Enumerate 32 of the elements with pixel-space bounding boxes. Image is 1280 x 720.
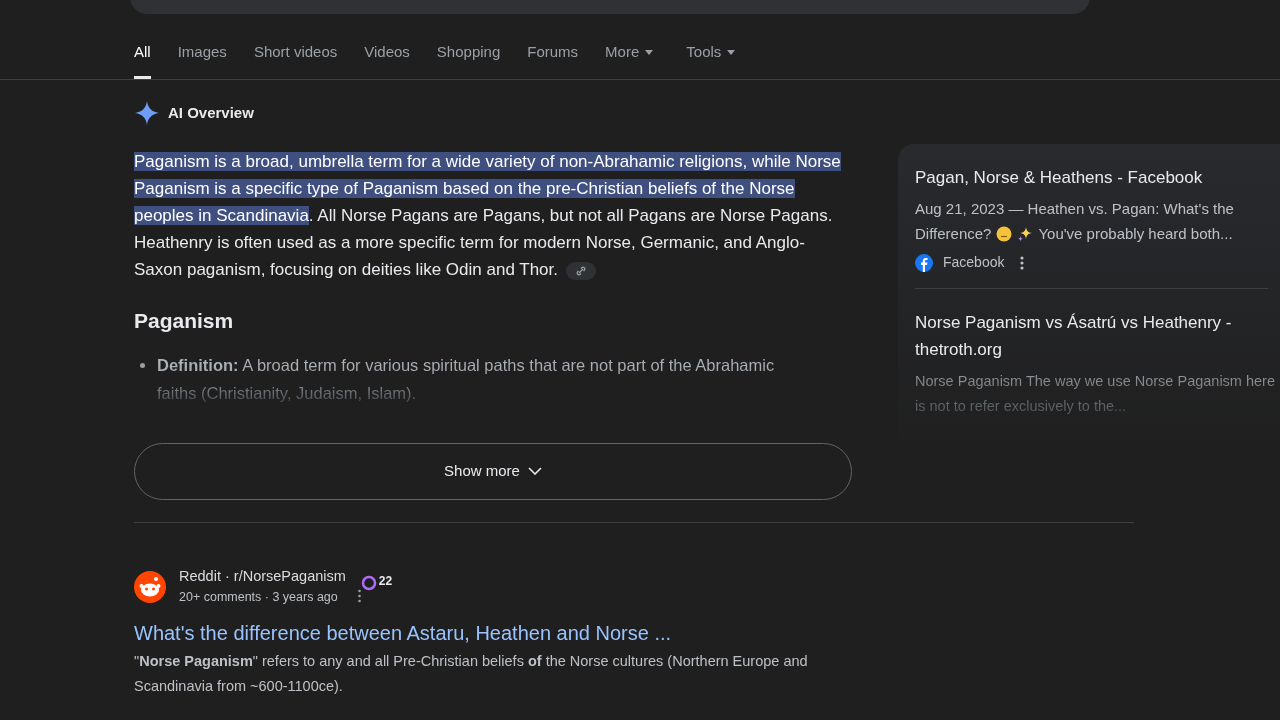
tools-button[interactable]: Tools: [686, 31, 736, 79]
search-tab[interactable]: Images: [177, 31, 227, 79]
result-title[interactable]: What's the difference between Astaru, Heathen and Norse ...: [134, 619, 1280, 646]
result-snippet: "Norse Paganism" refers to any and all Pre-Christian beliefs of the Norse cultures (Northern Europe and Scandinavia from ~600-1100ce).: [134, 651, 809, 696]
comment-count: 22: [378, 572, 393, 590]
search-tab[interactable]: Shopping: [436, 31, 501, 79]
chevron-down-icon: [527, 467, 542, 475]
link-chip[interactable]: [566, 261, 596, 280]
source-snippet: Aug 21, 2023 — Heathen vs. Pagan: What's the Difference? You've probably heard both...: [915, 199, 1235, 244]
link-icon: [576, 265, 586, 276]
search-tab[interactable]: More: [605, 31, 654, 79]
search-tab[interactable]: Short videos: [253, 31, 338, 79]
facebook-icon: [915, 253, 933, 272]
face-emoji-icon: [996, 226, 1013, 242]
caret-icon: [727, 50, 736, 55]
sparkle-icon: [134, 100, 160, 126]
search-tab[interactable]: All: [134, 31, 151, 79]
reddit-icon: [134, 570, 166, 603]
result-meta: 20+ comments · 3 years ago: [179, 588, 339, 606]
section-title: AI Overview: [168, 102, 254, 123]
search-tab[interactable]: Videos: [364, 31, 410, 79]
source-title[interactable]: Norse Paganism vs Ásatrú vs Heathenry - thetroth.org: [915, 309, 1265, 363]
caret-icon: [645, 50, 654, 55]
ring-icon: [360, 574, 377, 591]
section-heading: Paganism: [134, 308, 235, 334]
source-site: Facebook: [943, 253, 1005, 272]
more-vertical-icon[interactable]: [1020, 255, 1025, 270]
search-tab[interactable]: Forums: [527, 31, 579, 79]
result-site: Reddit · r/NorsePaganism: [179, 566, 346, 586]
overview-paragraph: Paganism is a broad, umbrella term for a wide variety of non-Abrahamic religions, while Norse Paganism is a specific type of Paganism based on the pre-Christian beliefs of the Norse peoples in Scandinavia. All Norse Pagans are Pagans, but not all Pagans are Norse Pagans. Heathenry is often used as a more specific term for modern Norse, Germanic, and Anglo-Saxon paganism, focusing on deities like Odin and Thor.: [134, 151, 842, 282]
source-title[interactable]: Pagan, Norse & Heathens - Facebook: [915, 166, 1280, 190]
more-vertical-icon[interactable]: [357, 588, 361, 603]
